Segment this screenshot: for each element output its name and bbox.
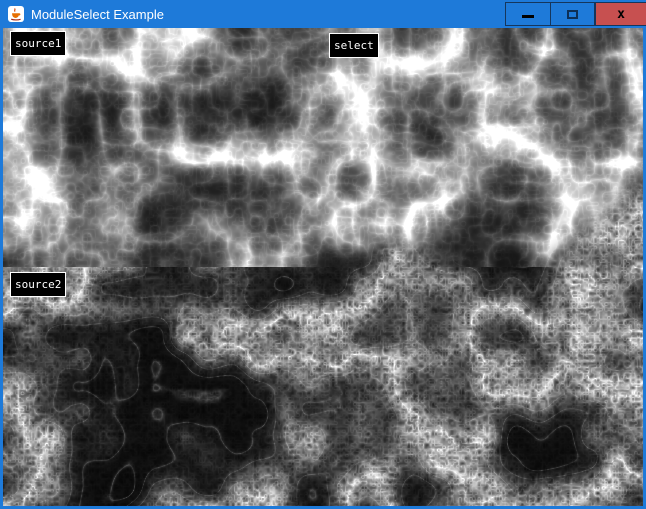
minimize-button[interactable]	[505, 2, 551, 26]
app-window: ModuleSelect Example x source1 select so…	[0, 0, 646, 509]
label-source2: source2	[10, 272, 66, 297]
maximize-icon	[567, 10, 578, 19]
label-source1: source1	[10, 31, 66, 56]
label-select: select	[329, 33, 379, 58]
close-icon: x	[617, 8, 625, 21]
window-title: ModuleSelect Example	[31, 7, 505, 22]
render-area: source1 select source2	[3, 28, 643, 506]
minimize-icon	[522, 15, 534, 18]
window-controls: x	[505, 0, 646, 28]
maximize-button[interactable]	[551, 2, 595, 26]
source2-image	[3, 267, 643, 506]
java-coffee-cup-icon	[8, 6, 24, 22]
titlebar[interactable]: ModuleSelect Example x	[0, 0, 646, 28]
close-button[interactable]: x	[595, 2, 646, 26]
source1-image	[3, 28, 329, 267]
